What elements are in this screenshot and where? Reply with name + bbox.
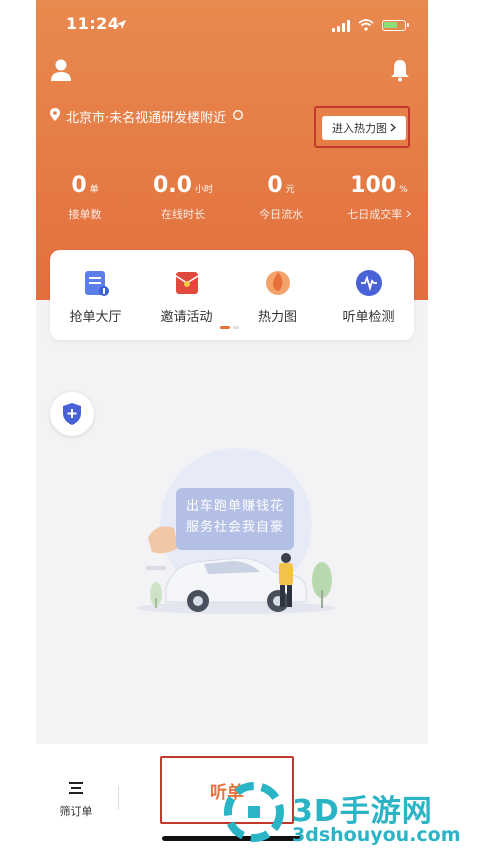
tool-heatmap-label: 热力图 [257,310,297,325]
wifi-icon [358,16,374,35]
refresh-icon[interactable] [232,109,244,125]
stat-7day-rate[interactable]: 100% 七日成交率 [330,172,428,222]
enter-heatmap-label: 进入热力图 [332,122,387,135]
filter-orders-label: 筛订单 [59,805,93,818]
stat-orders-unit: 单 [89,185,99,195]
tool-order-hall[interactable]: 抢单大厅 [50,268,141,325]
location-arrow-icon [116,15,127,34]
chevron-right-icon [390,122,396,135]
tool-listen-check[interactable]: 听单检测 [323,268,414,325]
empty-state-illustration: 出车跑单赚钱花 服务社会我自豪 [126,448,346,623]
shield-icon [63,403,81,425]
stat-income-label: 今日流水 [259,208,303,221]
watermark-logo-icon [224,782,284,842]
tool-invite[interactable]: 邀请活动 [141,268,232,325]
stat-orders[interactable]: 0单 接单数 [36,172,134,222]
slogan-line-2: 服务社会我自豪 [185,520,284,535]
safety-shield-button[interactable] [50,392,94,436]
tool-order-hall-label: 抢单大厅 [69,310,122,325]
site-watermark: 3D手游网 3dshouyou.com [222,780,478,850]
stats-row: 0单 接单数 0.0 小时 在线时长 0元 今日流水 100% 七日成交率 [36,172,428,222]
status-icons [332,16,409,35]
tools-card: 抢单大厅 邀请活动 热力图 听单检测 [50,250,414,340]
tab-divider [118,786,119,810]
tool-listen-check-label: 听单检测 [342,310,395,325]
stat-online-unit: 小时 [194,185,213,195]
page-indicator [220,326,239,329]
filter-icon [69,782,83,794]
phone-screen: 11:24 北京市·未名视通研发楼附近 进入热力图 0 单 接单数 0.0 小时… [36,0,428,850]
status-bar: 11:24 [36,10,428,36]
status-time: 11:24 [66,14,120,33]
stat-income-unit: 元 [285,185,295,195]
order-hall-icon [81,268,111,298]
chevron-right-icon [406,210,411,218]
tool-heatmap[interactable]: 热力图 [232,268,323,325]
bell-icon[interactable] [390,58,410,82]
stat-orders-label: 接单数 [68,208,102,221]
battery-icon [382,20,409,31]
signal-icon [332,19,350,32]
slogan-card: 出车跑单赚钱花 服务社会我自豪 [176,488,294,550]
heatmap-icon [263,268,293,298]
stat-rate-value: 100 [350,173,397,198]
listen-check-icon [354,268,384,298]
invite-icon [172,268,202,298]
enter-heatmap-button[interactable]: 进入热力图 [322,116,406,140]
stat-online-label: 在线时长 [161,208,205,221]
location-text: 北京市·未名视通研发楼附近 [66,111,227,126]
location-row[interactable]: 北京市·未名视通研发楼附近 [50,107,244,126]
slogan-line-1: 出车跑单赚钱花 [185,499,284,514]
stat-orders-value: 0 [71,173,87,198]
filter-orders-tab[interactable]: 筛订单 [56,780,96,819]
tool-invite-label: 邀请活动 [160,310,213,325]
stat-rate-unit: % [399,185,408,195]
user-icon[interactable] [50,58,72,82]
location-pin-icon [50,108,60,125]
stat-online-hours[interactable]: 0.0 小时 在线时长 [134,172,232,222]
watermark-url: 3dshouyou.com [292,824,461,846]
heatmap-highlight: 进入热力图 [314,106,410,148]
stat-online-value: 0.0 [153,173,192,198]
stat-today-income[interactable]: 0元 今日流水 [232,172,330,222]
stat-income-value: 0 [267,173,283,198]
stat-rate-label: 七日成交率 [330,206,428,222]
